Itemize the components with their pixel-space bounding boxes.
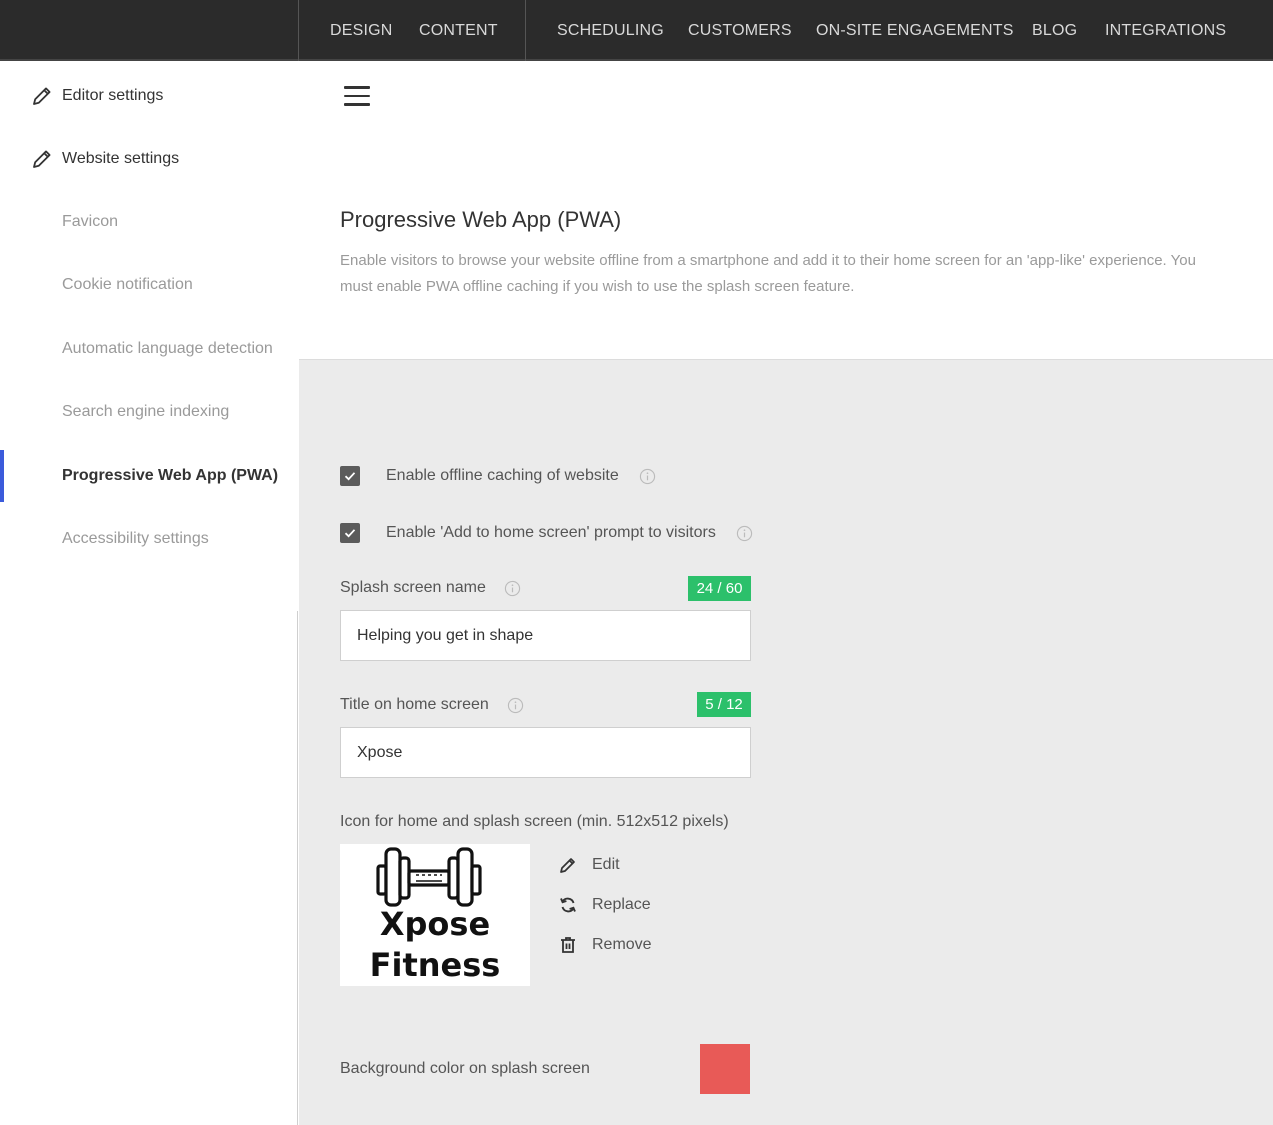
checkmark-icon — [344, 529, 356, 538]
offline-caching-checkbox[interactable] — [340, 466, 360, 486]
splash-name-counter-badge: 24 / 60 — [688, 576, 751, 601]
nav-integrations[interactable]: INTEGRATIONS — [1105, 0, 1226, 61]
sidebar-item-search-indexing[interactable]: Search engine indexing — [62, 403, 229, 421]
sidebar-item-pwa[interactable]: Progressive Web App (PWA) — [62, 467, 278, 485]
pencil-icon — [33, 150, 51, 168]
home-title-counter-badge: 5 / 12 — [697, 692, 751, 717]
nav-content[interactable]: CONTENT — [419, 0, 498, 61]
sidebar-header-website-settings[interactable]: Website settings — [30, 147, 179, 171]
sidebar-header-label: Website settings — [62, 150, 180, 167]
remove-label: Remove — [592, 936, 652, 953]
trash-icon — [561, 937, 575, 953]
remove-icon-button[interactable]: Remove — [558, 933, 652, 957]
splash-name-input[interactable] — [340, 610, 751, 661]
nav-divider — [298, 0, 299, 61]
logo-text-line2: Fitness — [369, 946, 501, 984]
info-icon[interactable] — [639, 468, 656, 485]
sidebar-item-cookie-notification[interactable]: Cookie notification — [62, 276, 193, 294]
icon-label: Icon for home and splash screen (min. 51… — [340, 813, 729, 830]
active-item-indicator — [0, 450, 4, 502]
home-title-label: Title on home screen — [340, 696, 489, 713]
pencil-icon — [33, 87, 51, 105]
nav-divider — [525, 0, 526, 61]
home-prompt-row: Enable 'Add to home screen' prompt to vi… — [340, 522, 753, 544]
nav-on-site-engagements[interactable]: ON-SITE ENGAGEMENTS — [816, 0, 1014, 61]
sidebar-divider — [297, 611, 298, 1125]
info-icon[interactable] — [507, 697, 524, 714]
pencil-icon — [560, 858, 575, 873]
menu-toggle-icon[interactable] — [344, 86, 370, 108]
sidebar-item-favicon[interactable]: Favicon — [62, 213, 118, 231]
offline-caching-label: Enable offline caching of website — [386, 467, 619, 484]
nav-blog[interactable]: BLOG — [1032, 0, 1077, 61]
nav-scheduling[interactable]: SCHEDULING — [557, 0, 664, 61]
page-title: Progressive Web App (PWA) — [340, 207, 622, 232]
home-title-input[interactable] — [340, 727, 751, 778]
background-color-label: Background color on splash screen — [340, 1060, 590, 1077]
home-prompt-checkbox[interactable] — [340, 523, 360, 543]
logo-text-line1: Xpose — [379, 905, 491, 943]
edit-label: Edit — [592, 856, 620, 873]
nav-customers[interactable]: CUSTOMERS — [688, 0, 792, 61]
refresh-icon — [560, 897, 576, 913]
sidebar-header-editor-settings[interactable]: Editor settings — [30, 84, 163, 108]
home-title-label-row: Title on home screen — [340, 696, 524, 714]
background-color-swatch[interactable] — [700, 1044, 750, 1094]
replace-icon-button[interactable]: Replace — [558, 893, 651, 917]
sidebar-item-language-detection[interactable]: Automatic language detection — [62, 340, 273, 358]
offline-caching-row: Enable offline caching of website — [340, 465, 656, 487]
sidebar-item-accessibility[interactable]: Accessibility settings — [62, 530, 209, 548]
checkmark-icon — [344, 472, 356, 481]
page-description: Enable visitors to browse your website o… — [340, 252, 1196, 295]
replace-label: Replace — [592, 896, 651, 913]
info-icon[interactable] — [736, 525, 753, 542]
app-icon-preview[interactable]: Xpose Fitness — [340, 844, 530, 986]
sidebar-header-label: Editor settings — [62, 87, 164, 104]
edit-icon-button[interactable]: Edit — [558, 853, 620, 877]
splash-name-label-row: Splash screen name — [340, 579, 521, 597]
settings-sidebar — [0, 61, 299, 1125]
info-icon[interactable] — [504, 580, 521, 597]
top-navigation-bar: DESIGN CONTENT SCHEDULING CUSTOMERS ON-S… — [0, 0, 1273, 61]
splash-name-label: Splash screen name — [340, 579, 486, 596]
nav-design[interactable]: DESIGN — [330, 0, 393, 61]
home-prompt-label: Enable 'Add to home screen' prompt to vi… — [386, 524, 716, 541]
